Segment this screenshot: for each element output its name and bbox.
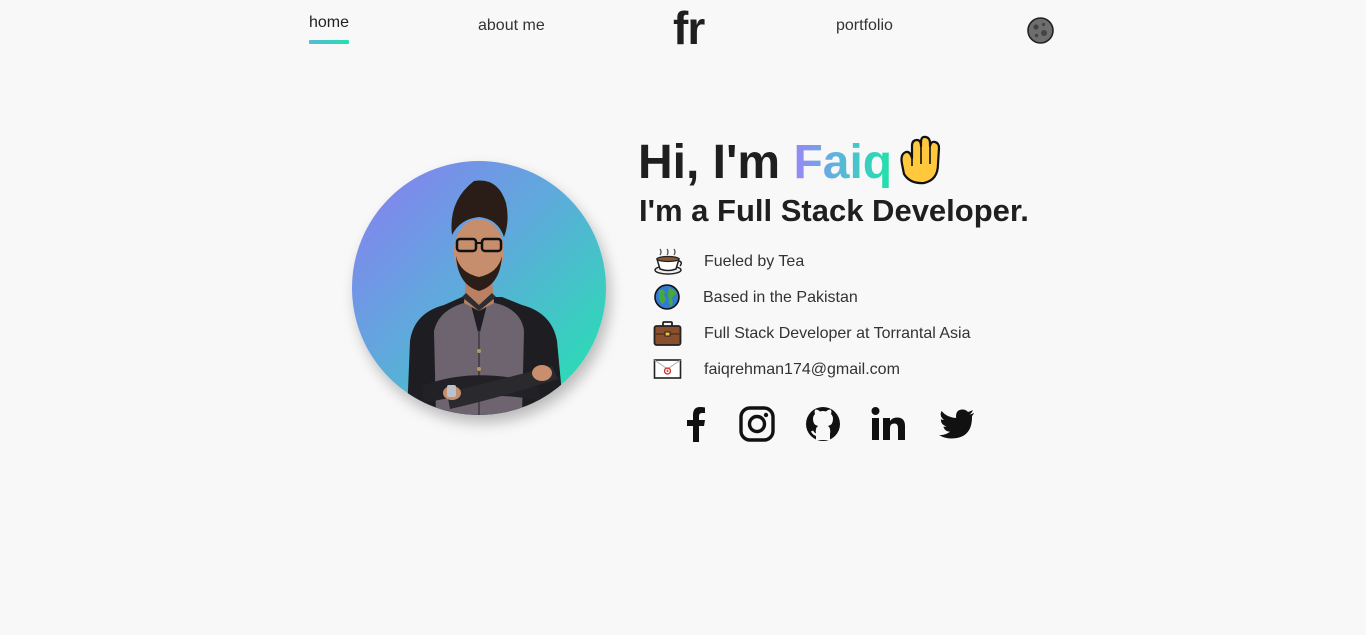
nav-about-link[interactable]: about me [478,17,545,35]
hero-subtitle: I'm a Full Stack Developer. [639,193,1029,228]
waving-hand-icon [900,135,941,185]
instagram-icon [739,406,775,442]
globe-icon [654,284,680,310]
info-job-text: Full Stack Developer at Torrantal Asia [704,325,971,342]
nav-home-link[interactable]: home [309,14,350,44]
top-navigation: home about me fr portfolio [0,0,1366,60]
profile-avatar [352,161,606,415]
hero-greeting: Hi, I'm Faiq [638,133,944,193]
info-item-location: Based in the Pakistan [653,284,1013,312]
nav-home-label: home [309,14,350,31]
info-item-tea: Fueled by Tea [653,248,1013,276]
hero-name: Faiq [793,136,893,189]
instagram-link[interactable] [737,404,777,444]
facebook-link[interactable] [676,404,716,444]
active-underline [309,40,349,44]
site-logo[interactable]: fr [673,2,705,54]
linkedin-icon [871,407,905,440]
github-icon [806,407,840,441]
github-link[interactable] [803,404,843,444]
moon-icon [1027,17,1054,44]
twitter-icon [939,409,974,439]
linkedin-link[interactable] [869,404,909,444]
twitter-link[interactable] [937,404,977,444]
profile-photo [407,180,564,415]
greeting-prefix: Hi, I'm [638,136,794,189]
info-email-text: faiqrehman174@gmail.com [704,361,900,378]
info-tea-text: Fueled by Tea [704,253,805,270]
info-item-job: Full Stack Developer at Torrantal Asia [653,320,1013,348]
info-location-text: Based in the Pakistan [703,289,858,306]
envelope-icon [653,359,682,379]
theme-toggle-button[interactable] [1027,17,1054,44]
briefcase-icon [653,321,682,346]
facebook-icon [687,407,705,442]
info-item-email: faiqrehman174@gmail.com [653,356,1013,384]
nav-portfolio-link[interactable]: portfolio [836,17,893,35]
tea-cup-icon [654,248,683,275]
